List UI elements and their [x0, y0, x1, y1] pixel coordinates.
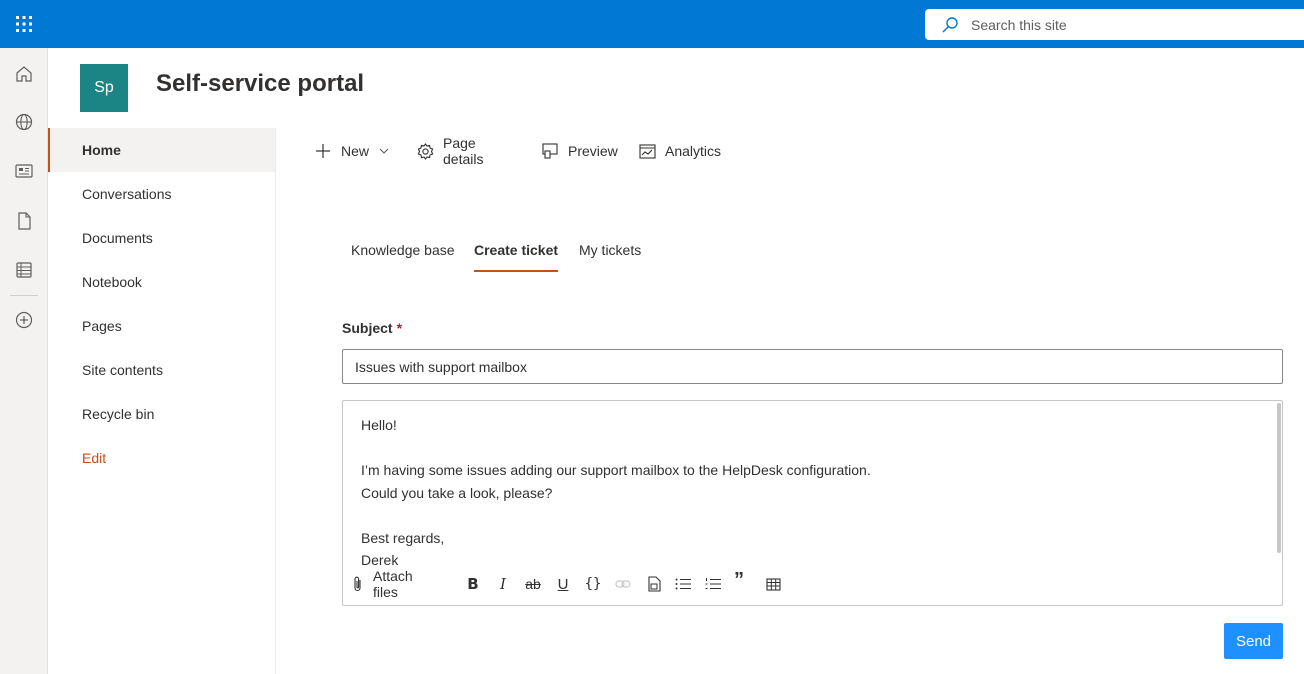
gear-icon	[417, 142, 434, 160]
subject-label: Subject *	[342, 320, 402, 336]
nav-item-pages[interactable]: Pages	[48, 304, 275, 348]
analytics-label: Analytics	[665, 143, 722, 159]
nav-item-documents[interactable]: Documents	[48, 216, 275, 260]
quote-icon[interactable]: ”	[731, 569, 747, 591]
site-title[interactable]: Self-service portal	[156, 70, 364, 98]
attach-icon[interactable]	[351, 573, 365, 595]
search-icon	[941, 15, 961, 35]
add-icon[interactable]	[12, 308, 36, 332]
rail-divider	[10, 295, 38, 296]
file-icon[interactable]	[12, 209, 36, 233]
nav-item-conversations[interactable]: Conversations	[48, 172, 275, 216]
required-marker: *	[396, 320, 403, 336]
italic-icon[interactable]: I	[494, 573, 512, 595]
message-body[interactable]: Hello! I’m having some issues adding our…	[361, 414, 871, 572]
message-line: Could you take a look, please?	[361, 484, 553, 501]
left-navigation: Home Conversations Documents Notebook Pa…	[48, 128, 276, 674]
attach-files-button[interactable]: Attach files	[373, 568, 413, 600]
app-rail	[0, 48, 48, 674]
analytics-button[interactable]: Analytics	[638, 128, 721, 174]
suite-bar	[0, 0, 1304, 48]
home-icon[interactable]	[12, 62, 36, 86]
nav-edit-link[interactable]: Edit	[48, 436, 275, 480]
message-line	[361, 437, 871, 460]
underline-icon[interactable]: U	[554, 573, 572, 595]
nav-item-recycle-bin[interactable]: Recycle bin	[48, 392, 275, 436]
tab-my-tickets[interactable]: My tickets	[579, 238, 641, 272]
page-details-label: Page details	[443, 135, 484, 167]
message-line: Derek	[361, 552, 399, 568]
send-button[interactable]: Send	[1224, 623, 1283, 659]
chevron-down-icon	[379, 148, 389, 154]
link-icon	[613, 573, 633, 595]
globe-icon[interactable]	[12, 110, 36, 134]
numbered-list-icon[interactable]	[703, 573, 723, 595]
message-line: I’m having some issues adding our suppor…	[361, 462, 871, 478]
message-line: Hello!	[361, 417, 397, 433]
preview-icon	[541, 142, 559, 160]
app-launcher-icon[interactable]	[0, 0, 48, 48]
site-logo[interactable]: Sp	[80, 64, 128, 112]
search-input[interactable]	[971, 16, 1271, 33]
new-button[interactable]: New	[314, 128, 389, 174]
bulleted-list-icon[interactable]	[673, 573, 693, 595]
subject-label-text: Subject	[342, 320, 393, 336]
bold-icon[interactable]: B	[464, 573, 482, 595]
nav-item-notebook[interactable]: Notebook	[48, 260, 275, 304]
new-label: New	[341, 143, 370, 159]
strikethrough-icon[interactable]: ab	[523, 573, 543, 595]
preview-label: Preview	[568, 143, 618, 159]
image-icon[interactable]	[644, 573, 664, 595]
message-editor[interactable]: Hello! I’m having some issues adding our…	[342, 400, 1283, 606]
search-box	[925, 9, 1304, 40]
table-icon[interactable]	[763, 573, 783, 595]
message-line	[361, 504, 871, 527]
tab-create-ticket[interactable]: Create ticket	[474, 238, 559, 272]
editor-scrollbar[interactable]	[1277, 403, 1281, 553]
code-icon[interactable]: {}	[583, 573, 603, 595]
nav-item-site-contents[interactable]: Site contents	[48, 348, 275, 392]
page-details-button[interactable]: Page details	[417, 128, 484, 174]
news-icon[interactable]	[12, 159, 36, 183]
subject-input[interactable]	[342, 349, 1283, 384]
tab-knowledge-base[interactable]: Knowledge base	[351, 238, 455, 272]
nav-item-home[interactable]: Home	[48, 128, 275, 172]
preview-button[interactable]: Preview	[541, 128, 618, 174]
list-icon[interactable]	[12, 258, 36, 282]
analytics-icon	[638, 142, 656, 160]
message-line: Best regards,	[361, 529, 445, 546]
plus-icon	[314, 142, 332, 160]
